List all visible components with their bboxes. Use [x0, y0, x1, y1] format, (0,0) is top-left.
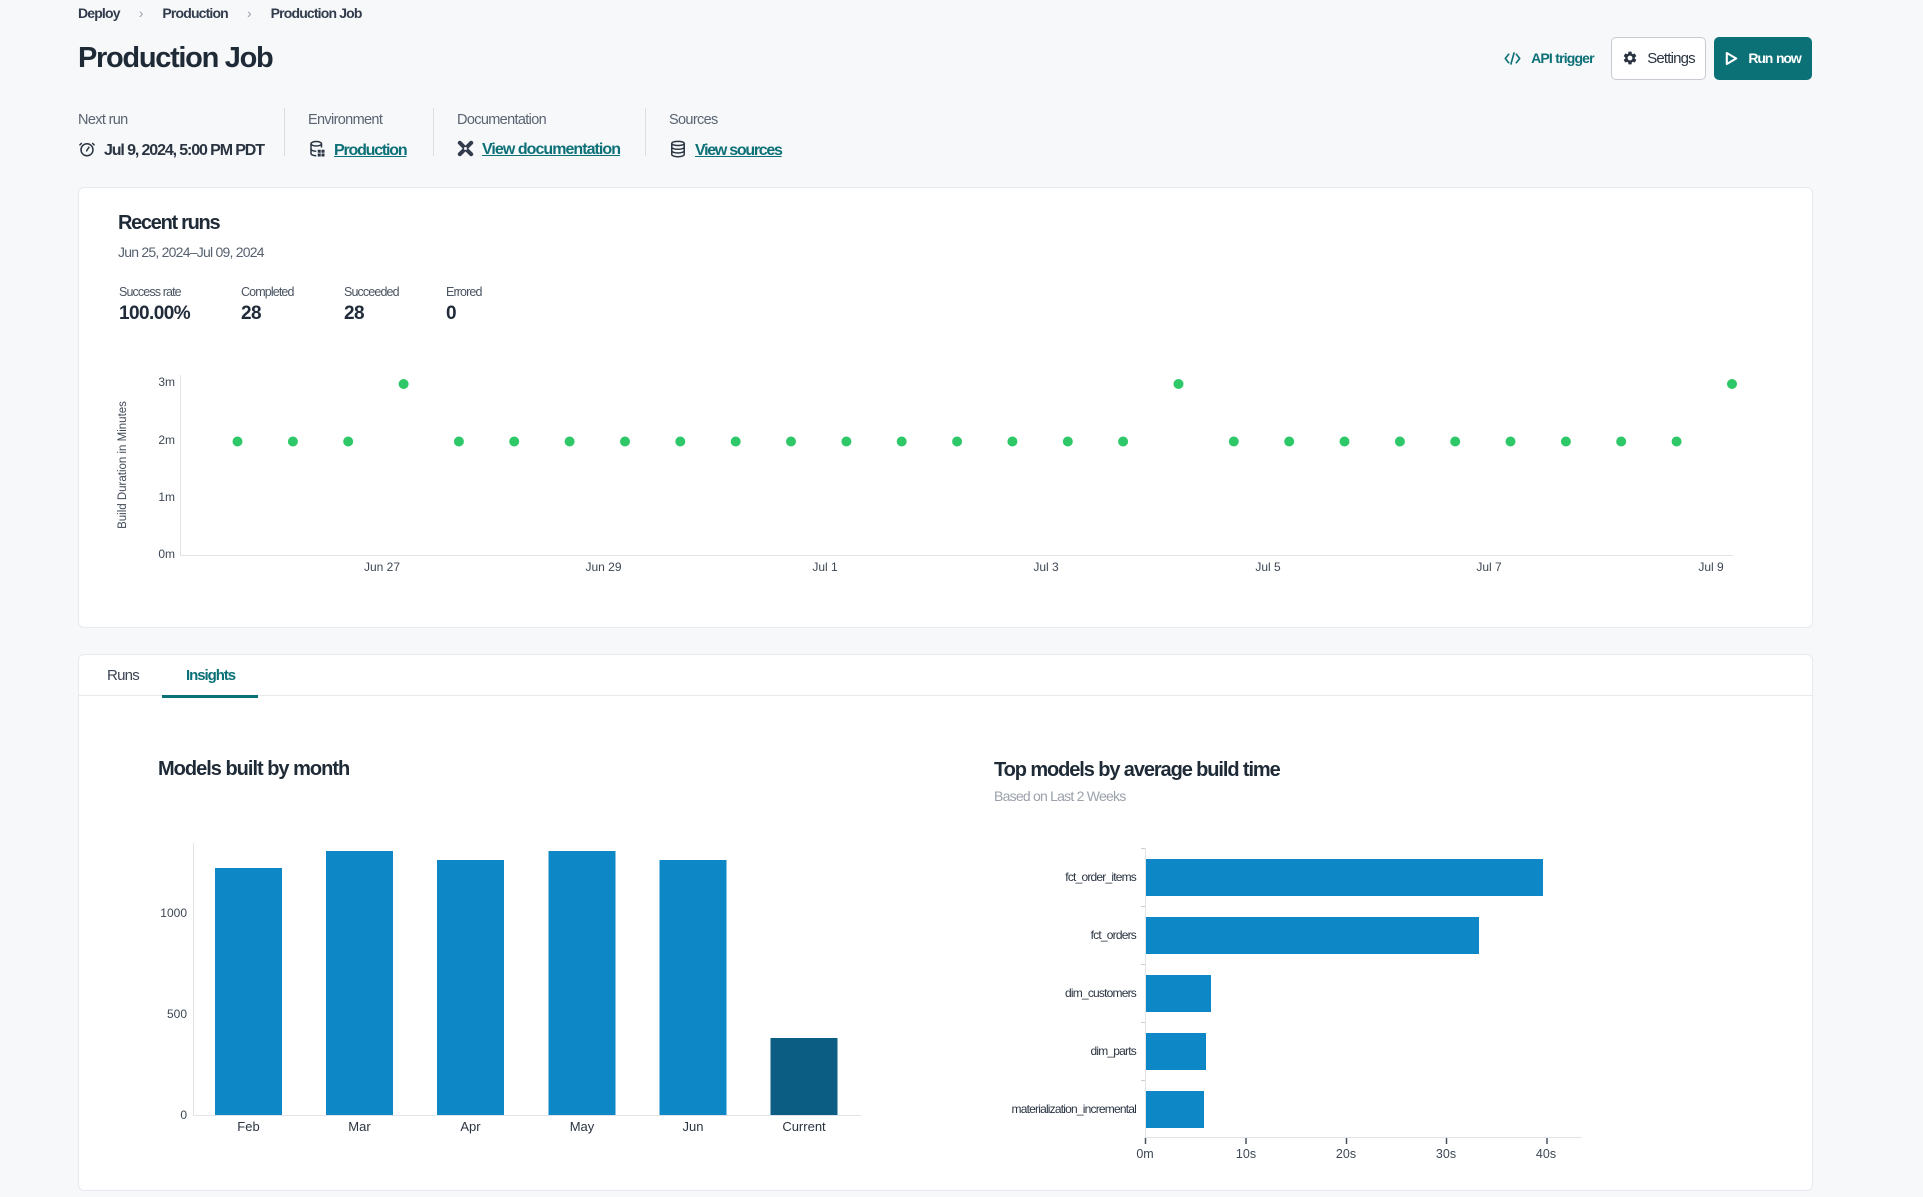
- svg-text:dim_parts: dim_parts: [1091, 1044, 1137, 1058]
- svg-text:20s: 20s: [1336, 1147, 1356, 1161]
- svg-text:10s: 10s: [1236, 1147, 1256, 1161]
- svg-text:Build Duration in Minutes: Build Duration in Minutes: [117, 401, 129, 529]
- svg-text:0: 0: [180, 1108, 187, 1122]
- svg-text:1000: 1000: [160, 906, 187, 920]
- svg-text:500: 500: [167, 1007, 187, 1021]
- svg-text:1m: 1m: [158, 490, 175, 504]
- svg-text:Jul 7: Jul 7: [1476, 560, 1502, 574]
- svg-text:Jul 1: Jul 1: [812, 560, 838, 574]
- svg-text:dim_customers: dim_customers: [1065, 986, 1137, 1000]
- svg-text:0m: 0m: [158, 547, 175, 561]
- svg-text:May: May: [570, 1119, 595, 1134]
- svg-text:Apr: Apr: [460, 1119, 481, 1134]
- svg-text:0m: 0m: [1136, 1147, 1153, 1161]
- svg-text:Jun 29: Jun 29: [585, 560, 621, 574]
- svg-text:Jul 3: Jul 3: [1033, 560, 1059, 574]
- svg-text:30s: 30s: [1436, 1147, 1456, 1161]
- svg-text:Jun: Jun: [683, 1119, 704, 1134]
- svg-text:fct_orders: fct_orders: [1091, 928, 1137, 942]
- svg-text:40s: 40s: [1536, 1147, 1556, 1161]
- svg-text:Jul 5: Jul 5: [1255, 560, 1281, 574]
- svg-text:fct_order_items: fct_order_items: [1065, 870, 1136, 884]
- svg-text:3m: 3m: [158, 375, 175, 389]
- svg-text:Jul 9: Jul 9: [1698, 560, 1724, 574]
- svg-text:materialization_incremental: materialization_incremental: [1012, 1102, 1137, 1116]
- svg-text:Feb: Feb: [237, 1119, 259, 1134]
- svg-text:2m: 2m: [158, 433, 175, 447]
- svg-text:Current: Current: [782, 1119, 826, 1134]
- svg-text:Mar: Mar: [348, 1119, 371, 1134]
- svg-text:Jun 27: Jun 27: [364, 560, 400, 574]
